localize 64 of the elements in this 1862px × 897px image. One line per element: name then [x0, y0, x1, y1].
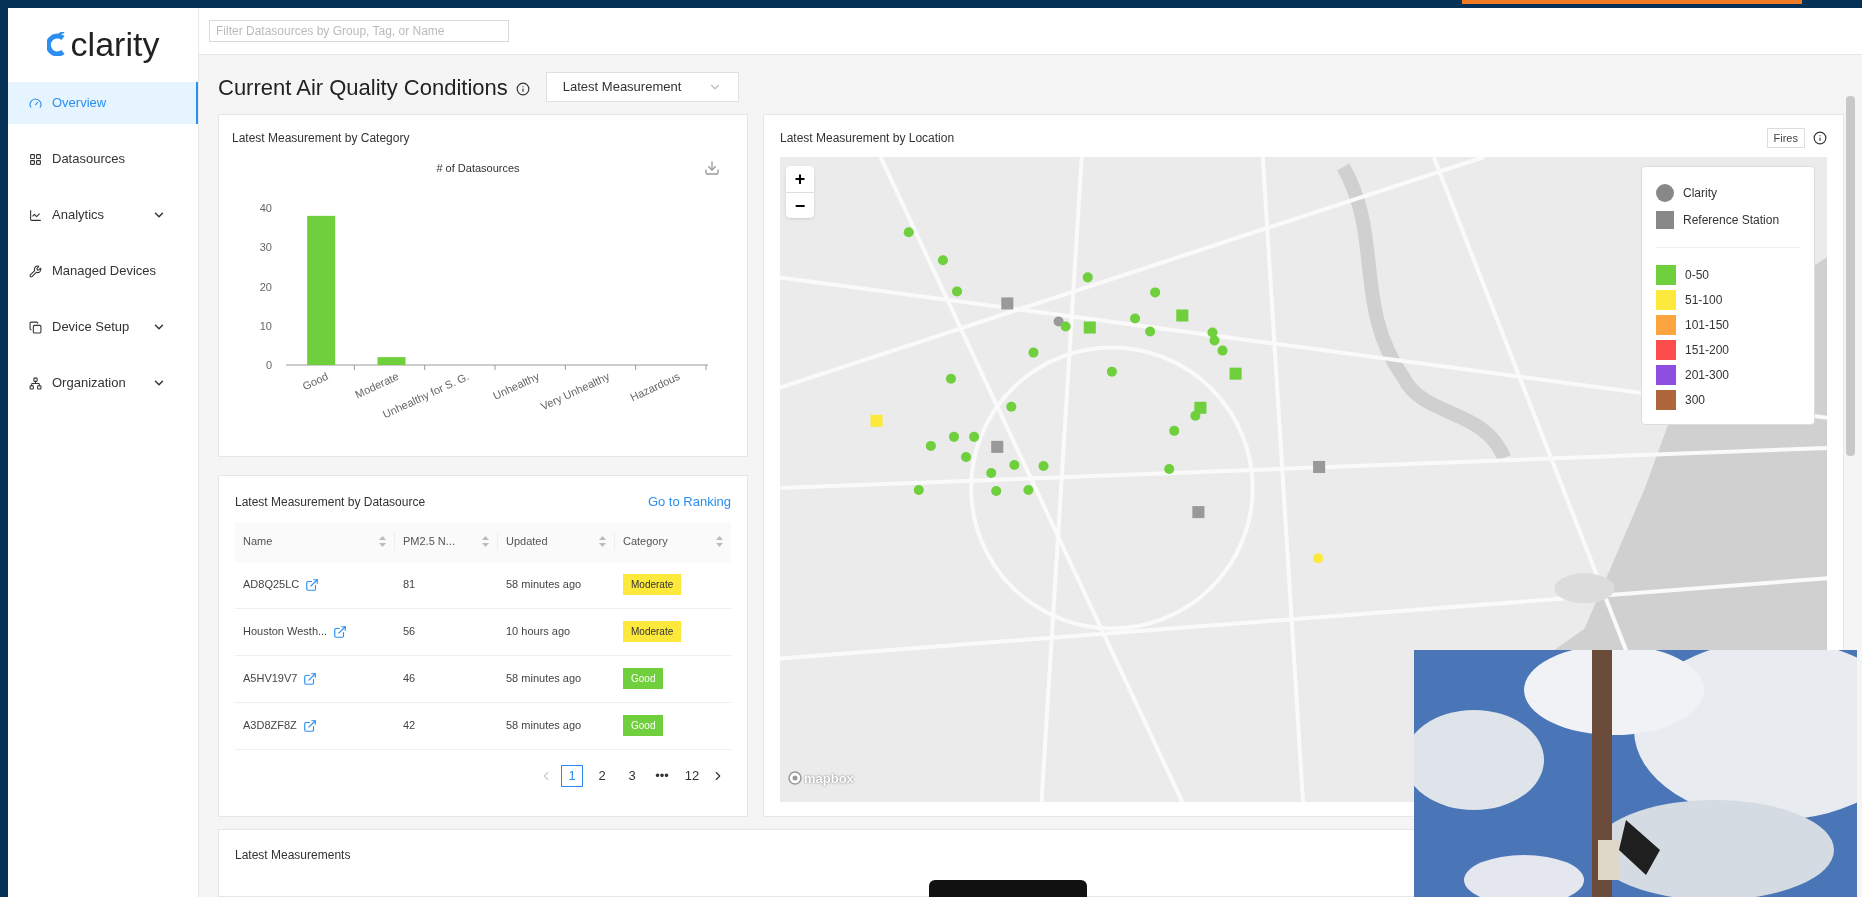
page-button[interactable]: 2	[591, 764, 613, 787]
table-cell-text: 46	[402, 671, 417, 687]
table-cell-text: 10 hours ago	[505, 624, 572, 640]
card-title: Latest Measurements	[235, 847, 352, 864]
sort-icon[interactable]	[379, 536, 386, 547]
wrench-icon	[29, 264, 42, 278]
sort-icon[interactable]	[716, 536, 723, 547]
external-link-icon[interactable]	[302, 718, 317, 733]
table-cell-text: A5HV19V7	[243, 671, 298, 687]
page-button[interactable]: •••	[651, 764, 673, 787]
category-label: Good	[300, 369, 330, 392]
search-field[interactable]: Filter Datasources by Group, Tag, or Name	[209, 20, 509, 42]
sidebar-item[interactable]: Analytics	[8, 194, 198, 236]
bar	[377, 356, 406, 365]
sidebar-item[interactable]: Managed Devices	[8, 250, 198, 292]
card-title: Latest Measurement by Datasource	[235, 493, 426, 511]
external-link-icon[interactable]	[333, 624, 348, 639]
column-header[interactable]: Category	[623, 533, 668, 550]
info-icon[interactable]	[515, 82, 530, 96]
category-tag: Moderate	[623, 621, 682, 642]
table-cell-text: 42	[402, 718, 417, 734]
column-header[interactable]: PM2.5 N...	[403, 533, 455, 550]
table-cell-text: Houston Westh...	[243, 624, 328, 640]
line-chart-icon	[29, 208, 42, 222]
column-header[interactable]: Updated	[506, 533, 548, 550]
page-button[interactable]: 3	[621, 764, 643, 787]
axis-label: 10	[259, 319, 272, 332]
fires-button[interactable]: Fires	[1766, 128, 1805, 148]
column-header[interactable]: Name	[243, 533, 273, 550]
page-title: Current Air Quality Conditions	[218, 73, 508, 102]
category-tag: Good	[623, 668, 664, 689]
period-select[interactable]: Latest Measurement	[545, 72, 739, 102]
table-cell-text: 58 minutes ago	[505, 718, 583, 734]
hierarchy-icon	[29, 376, 42, 390]
logo-icon	[46, 32, 67, 56]
external-link-icon[interactable]	[305, 577, 320, 592]
table-cell-text: 56	[402, 624, 417, 640]
axis-label: 0	[265, 358, 272, 371]
card-title: Latest Measurement by Category	[232, 130, 411, 147]
axis-label: 20	[259, 280, 272, 292]
table-cell-text: AD8Q25LC	[243, 577, 300, 593]
gauge-icon	[29, 96, 42, 110]
category-tag: Good	[623, 715, 664, 736]
table-cell-text: A3D8ZF8Z	[243, 718, 297, 734]
sidebar-item[interactable]: Device Setup	[8, 306, 198, 348]
card-title: Latest Measurement by Location	[780, 130, 955, 147]
sidebar-item[interactable]: Datasources	[8, 138, 198, 180]
category-tag: Moderate	[623, 574, 682, 595]
external-link-icon[interactable]	[303, 671, 318, 686]
chart-title: # of Datasources	[435, 161, 521, 176]
table-cell-text: 81	[402, 577, 417, 593]
brand-name: clarity	[70, 27, 160, 61]
sort-icon[interactable]	[599, 536, 606, 547]
copy-icon	[29, 320, 42, 334]
axis-label: 30	[259, 240, 272, 253]
table-cell-text: 58 minutes ago	[505, 577, 583, 593]
download-icon[interactable]	[704, 160, 720, 177]
axis-label: 40	[259, 201, 272, 214]
table-cell-text: 58 minutes ago	[505, 671, 583, 687]
sidebar-item[interactable]: Organization	[8, 362, 198, 404]
sort-icon[interactable]	[482, 536, 489, 547]
page-button[interactable]: 12	[681, 764, 703, 787]
info-icon[interactable]	[1813, 131, 1827, 145]
grid-icon	[29, 152, 42, 166]
